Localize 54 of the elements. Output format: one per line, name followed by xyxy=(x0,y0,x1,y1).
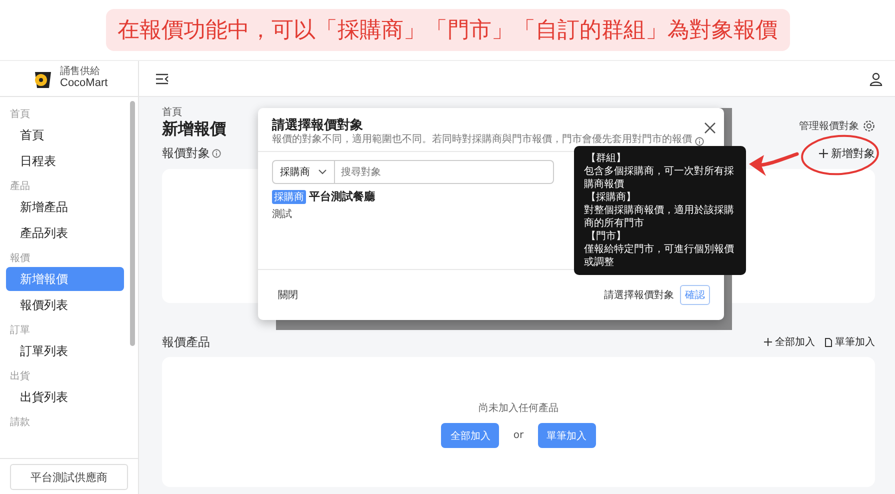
add-target-button[interactable]: 新增對象 xyxy=(819,144,875,163)
tooltip-text: 【群組】 xyxy=(585,152,627,165)
nav-item[interactable]: 日程表 xyxy=(6,149,124,173)
or-text: or xyxy=(513,430,524,441)
settings-icon[interactable] xyxy=(863,120,875,132)
scrollbar[interactable] xyxy=(130,101,135,346)
nav-item[interactable]: 訂單列表 xyxy=(6,339,124,363)
section-title: 報價對象 xyxy=(162,145,210,162)
nav-group-label: 出貨 xyxy=(9,370,31,384)
nav-group-label: 報價 xyxy=(9,252,31,266)
manage-targets-link[interactable]: 管理報價對象 xyxy=(799,119,859,133)
nav-item[interactable]: 首頁 xyxy=(6,123,124,147)
banner-caption: 在報價功能中，可以「採購商」「門市」「自訂的群組」為對象報價 xyxy=(106,9,790,51)
user-icon[interactable] xyxy=(869,72,883,86)
nav-item[interactable]: 報價列表 xyxy=(6,293,124,317)
plus-icon xyxy=(819,149,828,158)
account-button[interactable]: 平台測試供應商 xyxy=(10,464,128,490)
add-products-button[interactable]: 單筆加入 xyxy=(825,333,875,351)
nav-group-label: 首頁 xyxy=(9,108,31,122)
close-icon[interactable] xyxy=(704,122,716,134)
nav-item[interactable]: 出貨列表 xyxy=(6,385,124,409)
info-icon[interactable] xyxy=(212,149,221,158)
empty-message: 尚未加入任何產品 xyxy=(478,402,558,415)
selection-hint: 請選擇報價對象 xyxy=(604,288,674,302)
menu-collapse-icon[interactable] xyxy=(155,72,169,84)
plus-icon xyxy=(764,338,772,346)
chevron-down-icon xyxy=(318,169,327,175)
nav-item[interactable]: 新增產品 xyxy=(6,195,124,219)
page-title: 新增報價 xyxy=(162,119,226,140)
tooltip-text: 【門市】 xyxy=(585,230,627,243)
nav-group-label: 訂單 xyxy=(9,324,31,338)
type-select[interactable]: 採購商 xyxy=(272,160,335,184)
close-button[interactable]: 關閉 xyxy=(278,288,298,302)
file-icon xyxy=(825,338,832,346)
add-products-button[interactable]: 全部加入 xyxy=(764,333,815,351)
breadcrumb[interactable]: 首頁 xyxy=(162,105,226,119)
dialog-description: 報價的對象不同，適用範圍也不同。若同時對採購商與門市報價，門市會優先套用對門市的報價 xyxy=(272,134,692,146)
tooltip-text: 包含多個採購商，可一次對所有採購商報價 xyxy=(584,165,735,191)
tooltip-text: 對整個採購商報價，適用於該採購商的所有門市 xyxy=(584,204,735,230)
search-field[interactable]: 搜尋對象 xyxy=(335,160,554,184)
result-name[interactable]: 平台測試餐廳 xyxy=(309,189,375,204)
tooltip-text: 【採購商】 xyxy=(585,191,637,204)
section-title: 報價產品 xyxy=(162,334,210,350)
logo-name: CocoMart xyxy=(60,78,108,90)
info-icon[interactable] xyxy=(695,137,704,146)
dialog-title: 請選擇報價對象 xyxy=(272,117,364,134)
type-tag: 採購商 xyxy=(272,190,306,204)
result-note: 測試 xyxy=(272,208,293,221)
annotation-arrow xyxy=(749,152,799,176)
nav-group-label: 請款 xyxy=(9,416,31,430)
nav-group-label: 產品 xyxy=(9,180,31,194)
tooltip-text: 僅報給特定門市，可進行個別報價或調整 xyxy=(584,243,735,269)
logo-tagline: 誦售供給 xyxy=(60,67,101,78)
nav-item[interactable]: 產品列表 xyxy=(6,221,124,245)
